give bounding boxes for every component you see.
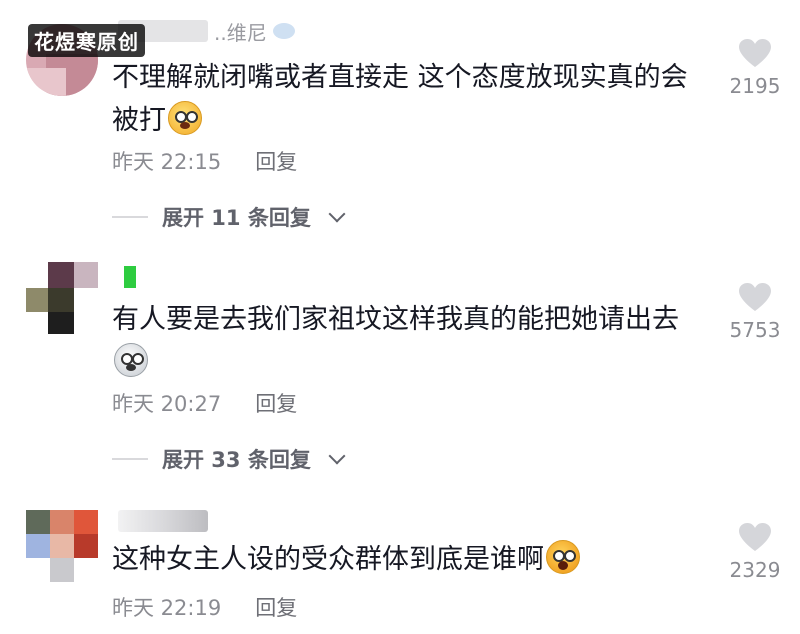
shocked-face-emoji — [114, 343, 148, 377]
comment-meta: 昨天 20:27 回复 — [112, 388, 297, 418]
like-button[interactable]: 5753 — [718, 282, 792, 342]
reply-button[interactable]: 回复 — [255, 388, 297, 418]
reply-button[interactable]: 回复 — [255, 146, 297, 176]
expand-replies-button[interactable]: 展开 33 条回复 — [112, 444, 346, 474]
chevron-down-icon — [328, 205, 346, 223]
comment-meta: 昨天 22:15 回复 — [112, 146, 297, 176]
watermark: 花煜寒原创 — [28, 24, 145, 57]
username[interactable] — [118, 506, 208, 536]
like-count: 2329 — [729, 558, 781, 582]
avatar[interactable] — [26, 510, 98, 582]
comment-item: 有人要是去我们家祖坟这样我真的能把她请出去 昨天 20:27 回复 展开 33 … — [0, 258, 800, 478]
comment-time: 昨天 20:27 — [112, 392, 222, 416]
reply-button[interactable]: 回复 — [255, 592, 297, 622]
screaming-face-emoji — [546, 540, 580, 574]
chevron-down-icon — [328, 447, 346, 465]
username-color-block — [124, 266, 136, 288]
expand-replies-button[interactable]: 展开 11 条回复 — [112, 202, 346, 232]
shy-face-emoji — [168, 101, 202, 135]
heart-icon — [739, 283, 771, 311]
avatar[interactable] — [26, 262, 98, 334]
like-count: 2195 — [729, 74, 781, 98]
comment-text: 这种女主人设的受众群体到底是谁啊 — [112, 538, 702, 581]
comment-text: 有人要是去我们家祖坟这样我真的能把她请出去 — [112, 298, 702, 384]
expand-replies-label: 展开 11 条回复 — [162, 206, 311, 230]
comment-text: 不理解就闭嘴或者直接走 这个态度放现实真的会被打 — [112, 56, 702, 142]
divider-line — [112, 216, 148, 218]
username-text: ..维尼 — [214, 20, 267, 45]
comment-time: 昨天 22:19 — [112, 596, 222, 620]
comment-text-content: 这种女主人设的受众群体到底是谁啊 — [112, 544, 544, 575]
like-count: 5753 — [729, 318, 781, 342]
comment-text-content: 有人要是去我们家祖坟这样我真的能把她请出去 — [112, 304, 679, 335]
comment-time: 昨天 22:15 — [112, 150, 222, 174]
like-button[interactable]: 2195 — [718, 38, 792, 98]
username[interactable] — [118, 262, 136, 292]
comment-meta: 昨天 22:19 回复 — [112, 592, 297, 622]
expand-replies-label: 展开 33 条回复 — [162, 448, 311, 472]
like-button[interactable]: 2329 — [718, 522, 792, 582]
comment-item: 这种女主人设的受众群体到底是谁啊 昨天 22:19 回复 2329 — [0, 504, 800, 634]
divider-line — [112, 458, 148, 460]
heart-icon — [739, 39, 771, 67]
heart-icon — [739, 523, 771, 551]
